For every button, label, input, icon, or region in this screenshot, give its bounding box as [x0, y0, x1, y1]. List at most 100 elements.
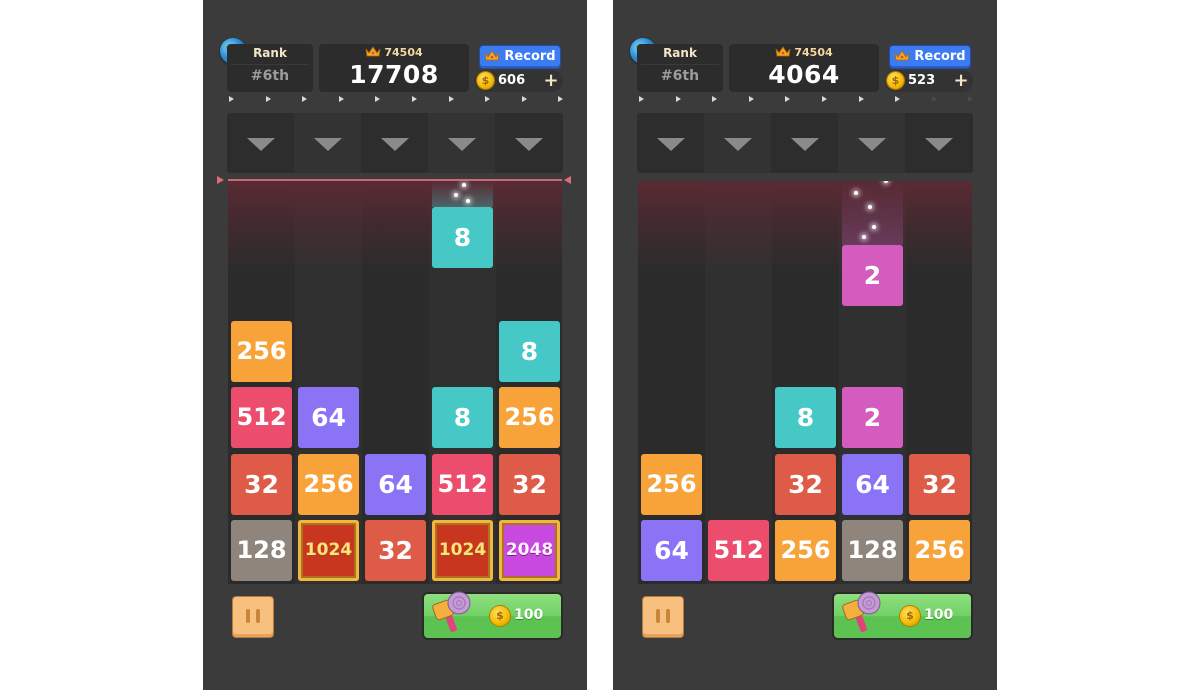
progress-arrow-icon: [485, 96, 491, 102]
column-drop-selector: [637, 113, 973, 173]
drop-column-1[interactable]: [227, 113, 294, 173]
danger-zone: [228, 181, 562, 271]
drop-column-2[interactable]: [704, 113, 771, 173]
record-label: Record: [504, 49, 556, 64]
coin-balance: $ 606 +: [475, 70, 563, 92]
progress-arrow-icon: [748, 96, 754, 102]
drop-column-2[interactable]: [294, 113, 361, 173]
tile-64: 64: [298, 387, 359, 448]
rank-label: Rank: [663, 46, 697, 60]
record-button[interactable]: Record: [479, 45, 561, 69]
rank-panel[interactable]: Rank #6th: [227, 44, 313, 92]
progress-arrow-icon: [895, 96, 901, 102]
progress-arrows: [227, 96, 567, 106]
pause-icon: [656, 609, 660, 623]
hammer-powerup-button[interactable]: $ 100: [834, 591, 971, 638]
best-score: 74504: [384, 46, 423, 59]
add-coins-button[interactable]: +: [541, 70, 561, 92]
progress-arrow-icon: [265, 96, 271, 102]
sparkle: [862, 235, 866, 239]
pause-icon: [256, 609, 260, 623]
hammer-powerup-button[interactable]: $ 100: [424, 591, 561, 638]
tile-64: 64: [641, 520, 702, 581]
drop-column-5[interactable]: [495, 113, 562, 173]
drop-column-1[interactable]: [637, 113, 704, 173]
tile-512: 512: [708, 520, 769, 581]
hammer-icon: [432, 591, 471, 632]
game-screen-right: Rank #6th 74504 4064 Record $ 523 + 64 25…: [613, 0, 997, 690]
drop-arrow-icon: [515, 138, 543, 151]
drop-column-3[interactable]: [771, 113, 838, 173]
drop-arrow-icon: [381, 138, 409, 151]
current-score: 4064: [768, 60, 840, 89]
sparkle: [454, 193, 458, 197]
progress-arrow-icon: [931, 96, 937, 102]
rank-panel[interactable]: Rank #6th: [637, 44, 723, 92]
progress-arrow-icon: [375, 96, 381, 102]
best-score: 74504: [794, 46, 833, 59]
progress-arrow-icon: [675, 96, 681, 102]
pause-icon: [666, 609, 670, 623]
tile-32: 32: [499, 453, 560, 515]
game-screen-left: Rank #6th 74504 17708 Record $ 606 + 128…: [203, 0, 587, 690]
tile-1024: 1024: [432, 520, 493, 581]
pause-button[interactable]: [232, 596, 274, 638]
crown-icon: [365, 46, 381, 57]
tile-32: 32: [231, 453, 292, 515]
progress-arrow-icon: [521, 96, 527, 102]
tile-256: 256: [909, 520, 970, 581]
tile-512: 512: [231, 387, 292, 448]
limit-marker-left-icon: [217, 176, 224, 184]
pause-button[interactable]: [642, 596, 684, 638]
drop-arrow-icon: [791, 138, 819, 151]
tile-8: 8: [432, 387, 493, 448]
column-drop-selector: [227, 113, 563, 173]
limit-line: [228, 179, 562, 181]
tile-8: 8: [499, 320, 560, 382]
progress-arrow-icon: [858, 96, 864, 102]
drop-column-4[interactable]: [428, 113, 495, 173]
sparkle: [462, 183, 466, 187]
tile-64: 64: [842, 453, 903, 515]
rank-value: #6th: [250, 68, 290, 84]
coin-count: 606: [498, 73, 526, 88]
tile-2048: 2048: [499, 520, 560, 581]
game-board[interactable]: 64 256 512 256 32 8 128 64 2 256 32 2: [638, 181, 972, 584]
crown-icon: [894, 50, 910, 61]
coin-balance: $ 523 +: [885, 70, 973, 92]
progress-arrows: [637, 96, 977, 106]
progress-arrow-icon: [785, 96, 791, 102]
progress-arrow-icon: [968, 96, 974, 102]
hammer-price: 100: [514, 607, 544, 623]
drop-column-3[interactable]: [361, 113, 428, 173]
coin-icon: $: [490, 606, 510, 626]
best-score-row: 74504: [729, 46, 879, 59]
coin-icon: $: [887, 72, 904, 89]
rank-value: #6th: [660, 68, 700, 84]
progress-arrow-icon: [822, 96, 827, 102]
record-label: Record: [914, 49, 966, 64]
sparkle: [466, 199, 470, 203]
tile-32: 32: [365, 520, 426, 581]
progress-arrow-icon: [558, 96, 564, 102]
game-board[interactable]: 128 32 512 256 1024 256 64 32 64 1024 512 8 2048 32 25…: [228, 181, 562, 584]
progress-arrow-icon: [712, 96, 718, 102]
tile-128: 128: [231, 520, 292, 581]
tile-256: 256: [641, 453, 702, 515]
add-coins-button[interactable]: +: [951, 70, 971, 92]
divider: [231, 64, 309, 65]
record-button[interactable]: Record: [889, 45, 971, 69]
tile-512: 512: [432, 453, 493, 515]
progress-arrow-icon: [338, 96, 344, 102]
sparkle: [854, 191, 858, 195]
tile-32: 32: [775, 453, 836, 515]
drop-arrow-icon: [314, 138, 342, 151]
limit-marker-right-icon: [564, 176, 571, 184]
crown-icon: [484, 50, 500, 61]
drop-column-4[interactable]: [838, 113, 905, 173]
progress-arrow-icon: [302, 96, 308, 102]
drop-column-5[interactable]: [905, 113, 972, 173]
best-score-row: 74504: [319, 46, 469, 59]
drop-arrow-icon: [657, 138, 685, 151]
drop-arrow-icon: [858, 138, 886, 151]
